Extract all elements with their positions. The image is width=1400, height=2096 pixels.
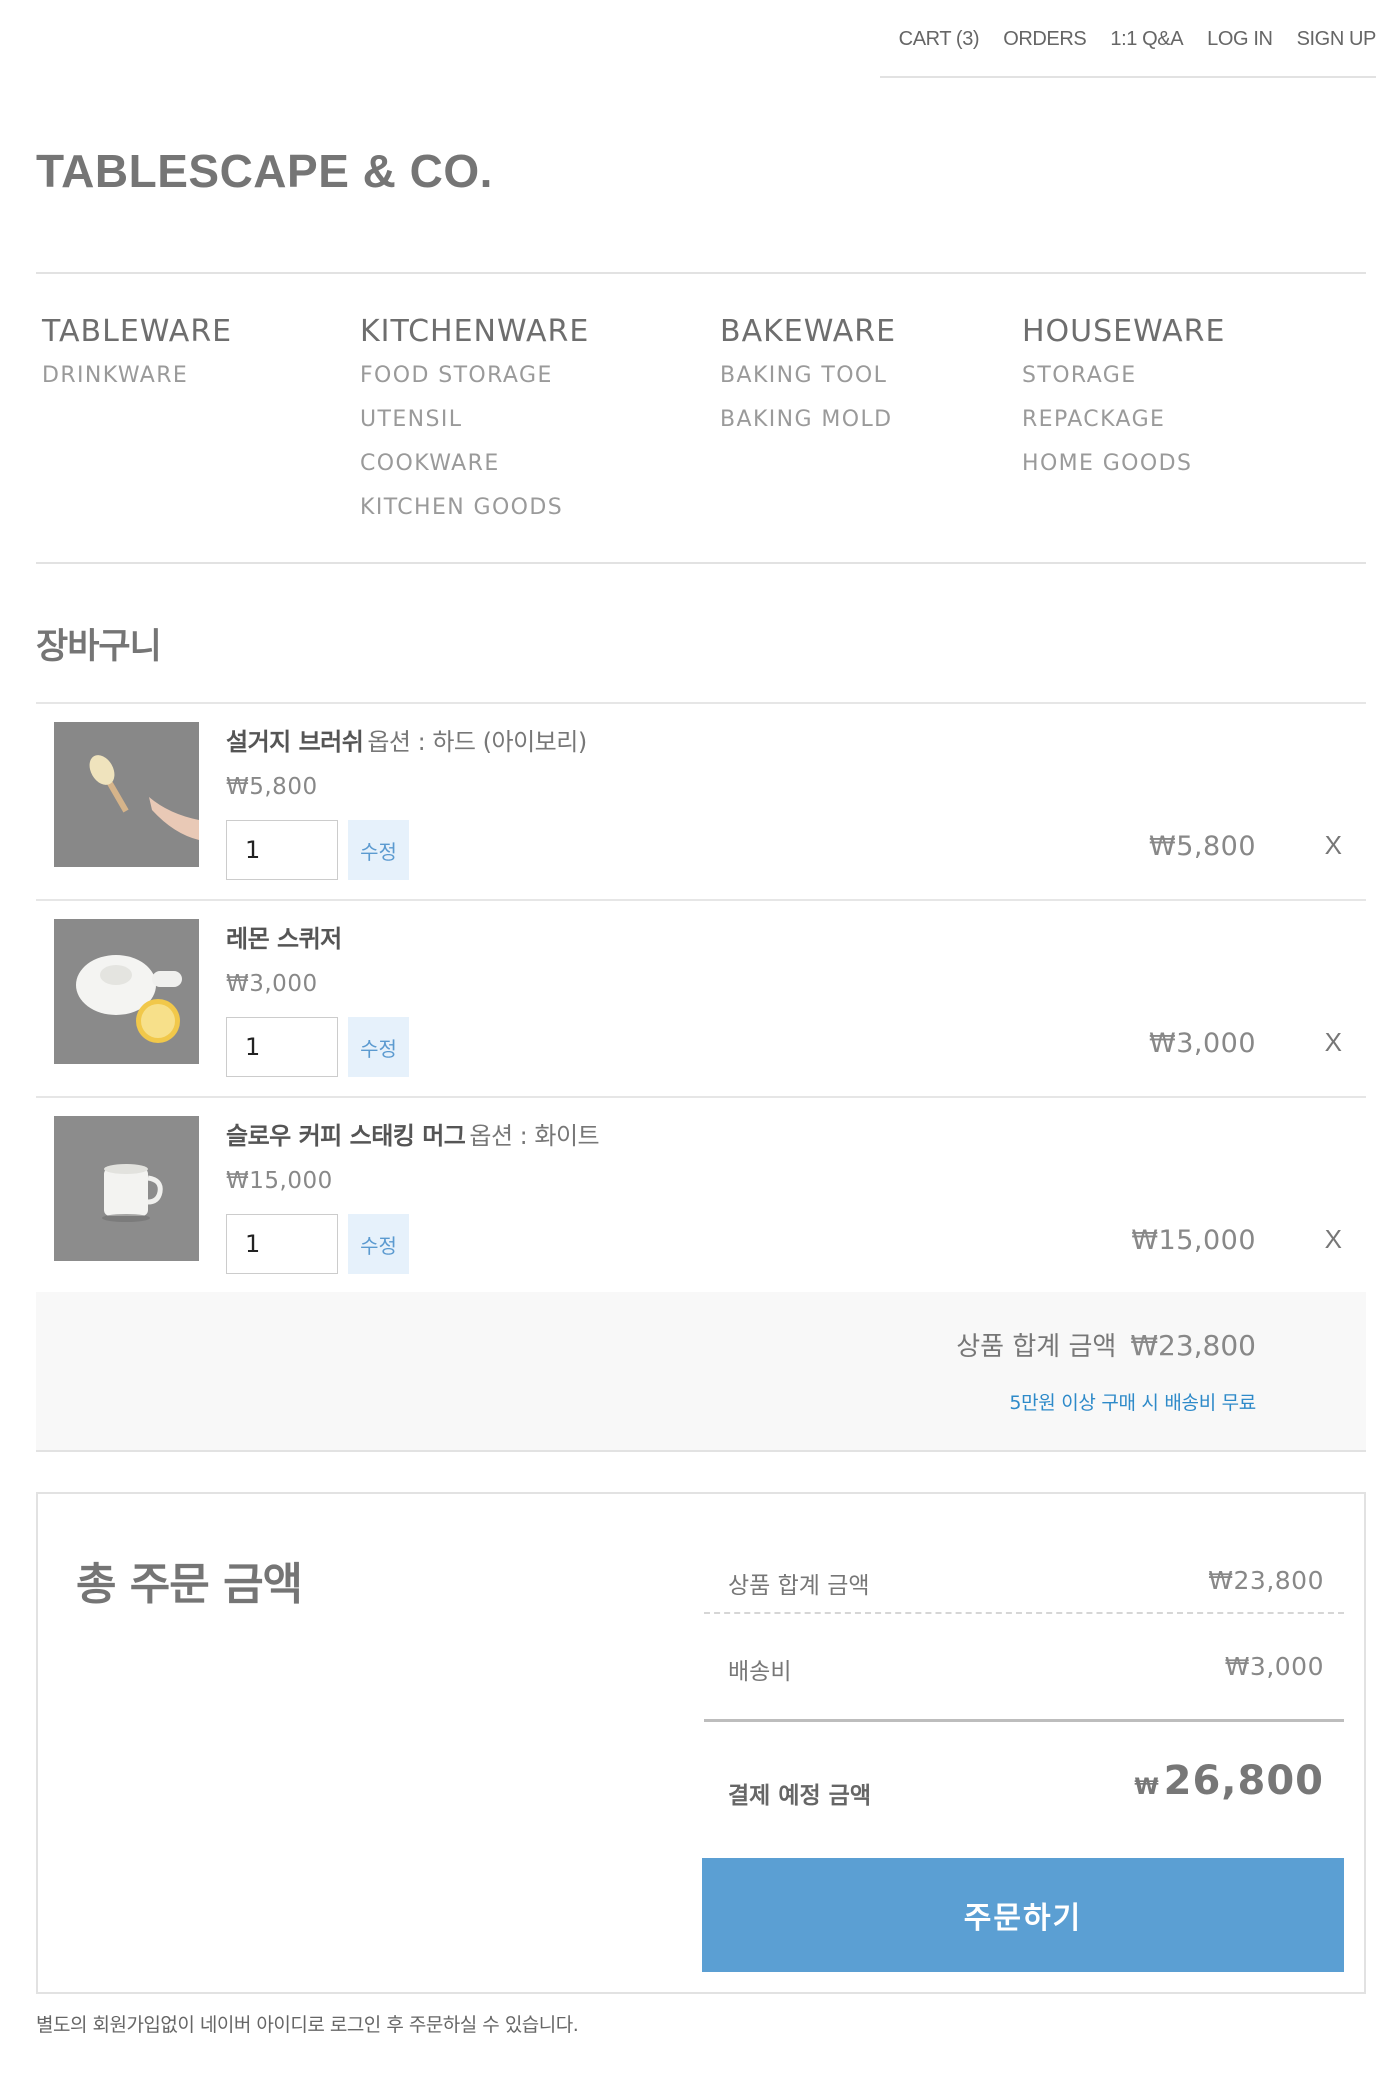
summary-label: 상품 합계 금액 — [956, 1332, 1117, 1362]
cart-link[interactable]: CART (3) — [899, 28, 980, 76]
category-nav: TABLEWARE DRINKWARE KITCHENWARE FOOD STO… — [36, 272, 1366, 564]
product-image-lemon-squeezer[interactable] — [54, 919, 199, 1064]
remove-item-button[interactable]: X — [1325, 1224, 1342, 1255]
top-nav: CART (3) ORDERS 1:1 Q&A LOG IN SIGN UP — [880, 28, 1376, 78]
summary-amount: ₩23,800 — [1130, 1329, 1256, 1362]
category-tableware: TABLEWARE DRINKWARE — [42, 314, 232, 407]
product-total-label: 상품 합계 금액 — [728, 1573, 870, 1599]
shipping-label: 배송비 — [728, 1659, 792, 1685]
category-heading[interactable]: HOUSEWARE — [1022, 314, 1225, 349]
edit-quantity-button[interactable]: 수정 — [348, 820, 409, 880]
unit-price: ₩5,800 — [226, 774, 318, 800]
edit-quantity-button[interactable]: 수정 — [348, 1017, 409, 1077]
product-title[interactable]: 레몬 스퀴저 — [226, 925, 342, 953]
product-name[interactable]: 설거지 브러쉬 옵션 : 하드 (아이보리) — [226, 722, 587, 757]
category-item[interactable]: BAKING MOLD — [720, 407, 896, 451]
product-total-row: 상품 합계 금액 ₩23,800 — [704, 1554, 1344, 1614]
naver-login-note: 별도의 회원가입없이 네이버 아이디로 로그인 후 주문하실 수 있습니다. — [36, 2014, 579, 2036]
quantity-input[interactable] — [226, 1214, 338, 1274]
product-title[interactable]: 슬로우 커피 스태킹 머그 — [226, 1122, 466, 1150]
product-option: 옵션 : 화이트 — [469, 1122, 600, 1150]
free-shipping-note: 5만원 이상 구매 시 배송비 무료 — [1009, 1392, 1256, 1414]
product-option: 옵션 : 하드 (아이보리) — [367, 728, 587, 756]
item-subtotal: ₩3,000 — [1149, 1028, 1256, 1059]
cart-summary: 상품 합계 금액 ₩23,800 5만원 이상 구매 시 배송비 무료 — [36, 1292, 1366, 1452]
currency-symbol: ₩ — [1134, 1775, 1160, 1800]
login-link[interactable]: LOG IN — [1207, 28, 1273, 76]
payment-amount: 26,800 — [1163, 1758, 1324, 1804]
category-item[interactable]: FOOD STORAGE — [360, 363, 589, 407]
item-subtotal: ₩15,000 — [1131, 1225, 1256, 1256]
category-item[interactable]: REPACKAGE — [1022, 407, 1225, 451]
payment-label: 결제 예정 금액 — [728, 1783, 871, 1809]
category-heading[interactable]: KITCHENWARE — [360, 314, 589, 349]
order-total-title: 총 주문 금액 — [76, 1559, 303, 1610]
cart-item: 레몬 스퀴저 ₩3,000 수정 ₩3,000 X — [36, 901, 1366, 1098]
item-subtotal: ₩5,800 — [1149, 831, 1256, 862]
category-item[interactable]: DRINKWARE — [42, 363, 232, 407]
product-total-value: ₩23,800 — [1208, 1566, 1324, 1595]
category-heading[interactable]: BAKEWARE — [720, 314, 896, 349]
product-name[interactable]: 슬로우 커피 스태킹 머그 옵션 : 화이트 — [226, 1116, 600, 1151]
signup-link[interactable]: SIGN UP — [1297, 28, 1377, 76]
qna-link[interactable]: 1:1 Q&A — [1110, 28, 1183, 76]
product-title[interactable]: 설거지 브러쉬 — [226, 728, 364, 756]
quantity-input[interactable] — [226, 820, 338, 880]
cart-item: 슬로우 커피 스태킹 머그옵션 : 화이트 ₩15,000 수정 ₩15,000… — [36, 1098, 1366, 1295]
order-button[interactable]: 주문하기 — [702, 1858, 1344, 1972]
category-item[interactable]: HOME GOODS — [1022, 451, 1225, 495]
remove-item-button[interactable]: X — [1325, 1027, 1342, 1058]
category-kitchenware: KITCHENWARE FOOD STORAGE UTENSIL COOKWAR… — [360, 314, 589, 539]
unit-price: ₩3,000 — [226, 971, 318, 997]
product-image-mug[interactable] — [54, 1116, 199, 1261]
category-item[interactable]: STORAGE — [1022, 363, 1225, 407]
quantity-input[interactable] — [226, 1017, 338, 1077]
unit-price: ₩15,000 — [226, 1168, 333, 1194]
category-item[interactable]: KITCHEN GOODS — [360, 495, 589, 539]
page-title: 장바구니 — [36, 627, 162, 667]
category-item[interactable]: COOKWARE — [360, 451, 589, 495]
orders-link[interactable]: ORDERS — [1003, 28, 1087, 76]
shipping-value: ₩3,000 — [1224, 1652, 1324, 1681]
order-total-box: 총 주문 금액 상품 합계 금액 ₩23,800 배송비 ₩3,000 결제 예… — [36, 1492, 1366, 1994]
payment-row: 결제 예정 금액 ₩26,800 — [704, 1722, 1344, 1842]
category-houseware: HOUSEWARE STORAGE REPACKAGE HOME GOODS — [1022, 314, 1225, 495]
category-item[interactable]: BAKING TOOL — [720, 363, 896, 407]
category-item[interactable]: UTENSIL — [360, 407, 589, 451]
remove-item-button[interactable]: X — [1325, 830, 1342, 861]
product-image-brush[interactable] — [54, 722, 199, 867]
edit-quantity-button[interactable]: 수정 — [348, 1214, 409, 1274]
cart-item: 설거지 브러쉬옵션 : 하드 (아이보리) ₩5,800 수정 ₩5,800 X — [36, 704, 1366, 901]
category-heading[interactable]: TABLEWARE — [42, 314, 232, 349]
cart-list: 설거지 브러쉬옵션 : 하드 (아이보리) ₩5,800 수정 ₩5,800 X… — [36, 702, 1366, 1295]
shipping-row: 배송비 ₩3,000 — [704, 1614, 1344, 1722]
payment-value: ₩26,800 — [1134, 1758, 1324, 1804]
site-logo[interactable]: TABLESCAPE & CO. — [36, 144, 493, 198]
cart-summary-total: 상품 합계 금액 ₩23,800 — [956, 1326, 1256, 1363]
category-bakeware: BAKEWARE BAKING TOOL BAKING MOLD — [720, 314, 896, 451]
product-name[interactable]: 레몬 스퀴저 — [226, 919, 346, 954]
